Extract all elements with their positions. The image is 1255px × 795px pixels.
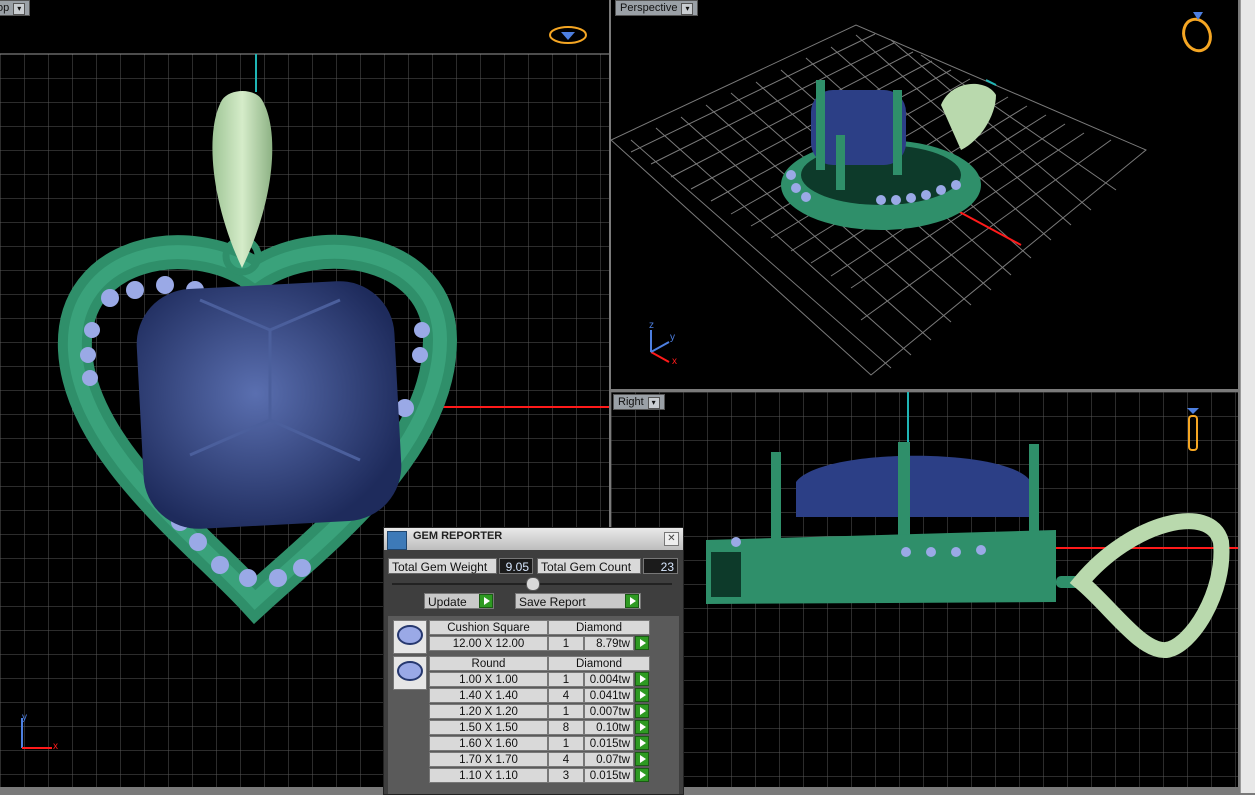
viewport-label-top[interactable]: op ▾: [0, 0, 31, 16]
gem-count-cell: 1: [548, 704, 584, 719]
gem-shape-header: Round: [429, 656, 548, 671]
right-grid: [611, 392, 1238, 787]
gem-size-cell: 1.40 X 1.40: [429, 688, 548, 703]
gem-row-go-icon[interactable]: [635, 636, 649, 650]
axis-x-label: x: [53, 741, 58, 752]
gem-material-header: Diamond: [548, 656, 650, 671]
dropdown-arrow-icon[interactable]: ▾: [647, 397, 660, 409]
dropdown-arrow-icon[interactable]: ▾: [681, 3, 694, 15]
gem-size-cell: 1.00 X 1.00: [429, 672, 548, 687]
gem-shape-thumbnail-icon[interactable]: [393, 620, 427, 654]
gem-row-go-icon[interactable]: [635, 688, 649, 702]
viewport-label-text: op: [0, 2, 10, 14]
axis-z-label: z: [649, 320, 654, 331]
gem-count-cell: 1: [548, 636, 584, 651]
gem-row-go-icon[interactable]: [635, 720, 649, 734]
gem-size-cell: 1.60 X 1.60: [429, 736, 548, 751]
save-report-button[interactable]: Save Report: [515, 593, 641, 609]
gem-weight-cell: 0.10tw: [584, 720, 634, 735]
gem-weight-cell: 0.015tw: [584, 768, 634, 783]
right-viewport[interactable]: Right ▾: [611, 392, 1238, 787]
axis-y-label: y: [22, 712, 27, 723]
gem-shape-header: Cushion Square: [429, 620, 548, 635]
perspective-viewport[interactable]: Perspective ▾ z y x: [611, 0, 1238, 389]
gem-reporter-titlebar[interactable]: GEM REPORTER ✕: [384, 528, 683, 550]
total-count-value: 23: [643, 558, 678, 574]
total-weight-label: Total Gem Weight: [388, 558, 497, 574]
gem-material-header: Diamond: [548, 620, 650, 635]
properties-panel-edge: [1240, 0, 1255, 793]
viewport-label-perspective[interactable]: Perspective ▾: [615, 0, 699, 16]
update-go-icon[interactable]: [479, 594, 493, 608]
gem-weight-cell: 0.041tw: [584, 688, 634, 703]
ring-top-view-icon: [549, 26, 587, 44]
gem-count-cell: 1: [548, 672, 584, 687]
gem-row-go-icon[interactable]: [635, 768, 649, 782]
gem-row-go-icon[interactable]: [635, 752, 649, 766]
gem-size-cell: 1.70 X 1.70: [429, 752, 548, 767]
gem-row-go-icon[interactable]: [635, 736, 649, 750]
gem-size-cell: 12.00 X 12.00: [429, 636, 548, 651]
viewport-label-right[interactable]: Right ▾: [613, 394, 665, 410]
dropdown-arrow-icon[interactable]: ▾: [13, 3, 26, 15]
gem-weight-cell: 0.004tw: [584, 672, 634, 687]
viewport-label-text: Perspective: [620, 2, 678, 14]
ring-perspective-icon: [1182, 12, 1212, 53]
gem-count-cell: 3: [548, 768, 584, 783]
gem-row-go-icon[interactable]: [635, 672, 649, 686]
gem-size-cell: 1.20 X 1.20: [429, 704, 548, 719]
viewport-label-text: Right: [618, 396, 644, 408]
gem-weight-cell: 0.07tw: [584, 752, 634, 767]
gem-shape-thumbnail-icon[interactable]: [393, 656, 427, 690]
axis-x-label: x: [672, 356, 677, 367]
gem-weight-cell: 8.79tw: [584, 636, 634, 651]
axis-y-label: y: [670, 332, 675, 343]
panel-collapse-handle[interactable]: [526, 577, 540, 591]
save-report-go-icon[interactable]: [625, 594, 639, 608]
gem-count-cell: 4: [548, 752, 584, 767]
gem-reporter-title: GEM REPORTER: [413, 530, 503, 542]
gem-weight-cell: 0.007tw: [584, 704, 634, 719]
gem-reporter-logo-icon: [387, 531, 407, 550]
close-icon[interactable]: ✕: [664, 532, 679, 546]
gem-count-cell: 1: [548, 736, 584, 751]
gem-count-cell: 4: [548, 688, 584, 703]
total-count-label: Total Gem Count: [537, 558, 641, 574]
gem-weight-cell: 0.015tw: [584, 736, 634, 751]
ring-side-icon: [1187, 408, 1199, 451]
gem-row-go-icon[interactable]: [635, 704, 649, 718]
total-weight-value: 9.05: [499, 558, 533, 574]
gem-size-cell: 1.50 X 1.50: [429, 720, 548, 735]
gem-size-cell: 1.10 X 1.10: [429, 768, 548, 783]
perspective-grid: [611, 24, 1147, 376]
gem-reporter-panel[interactable]: GEM REPORTER ✕ Total Gem Weight 9.05 Tot…: [383, 527, 684, 795]
gem-count-cell: 8: [548, 720, 584, 735]
